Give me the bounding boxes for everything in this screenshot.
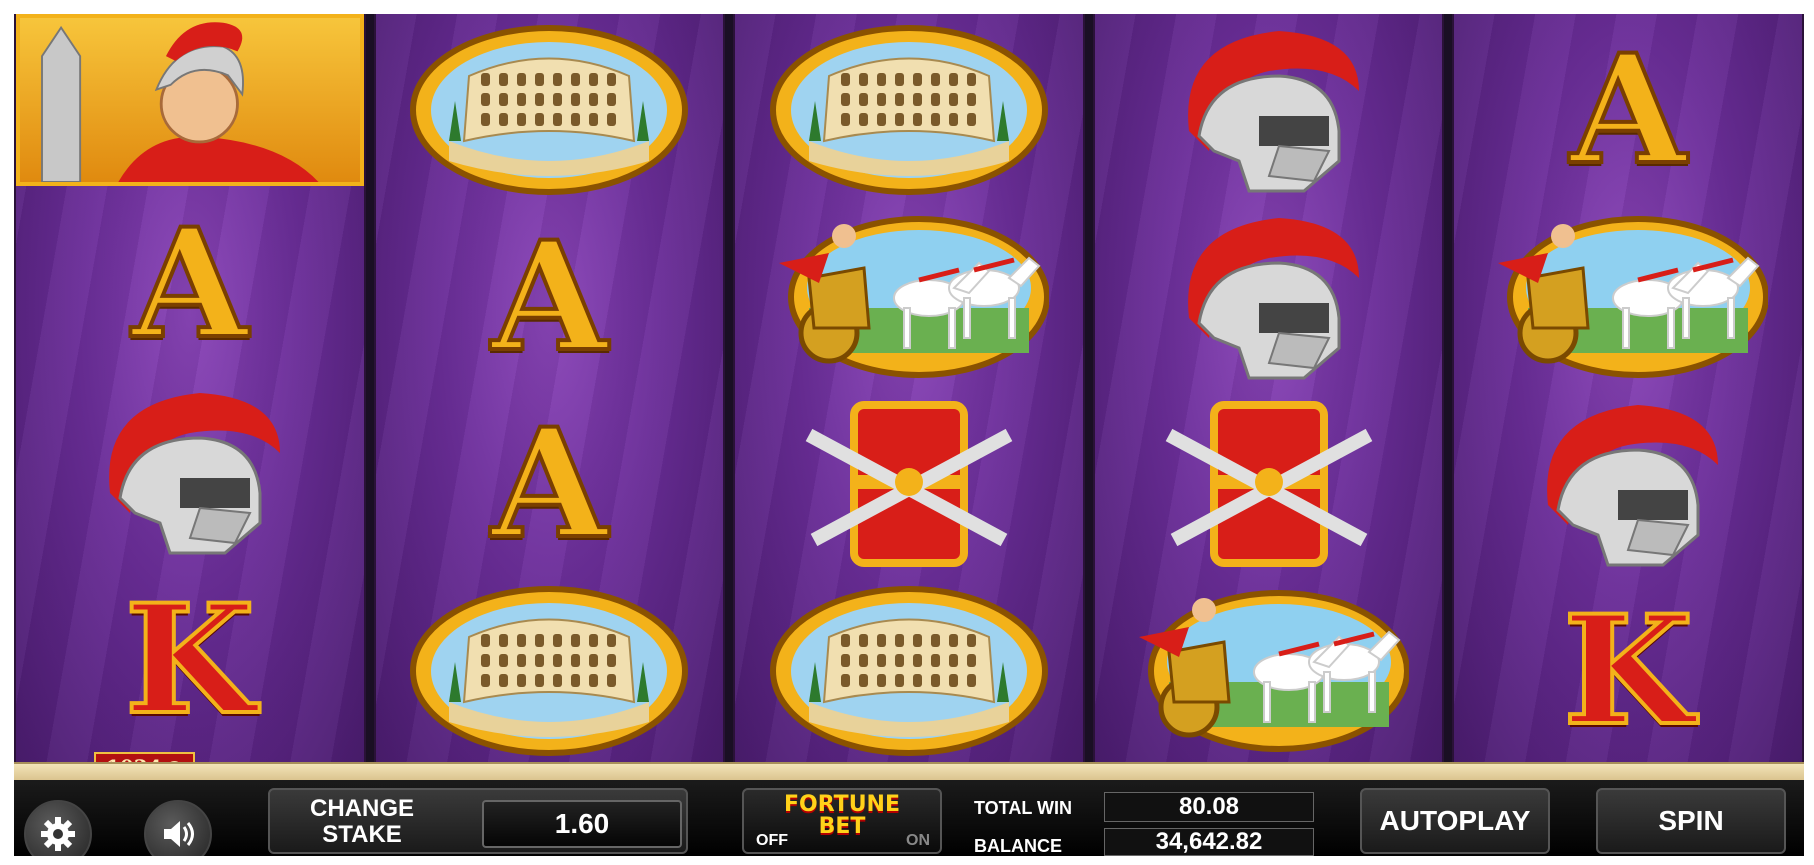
shield-symbol — [735, 390, 1083, 577]
spin-button[interactable]: SPIN — [1596, 788, 1786, 854]
colosseum-symbol — [376, 577, 724, 762]
helmet-icon — [1187, 217, 1359, 379]
king-letter: K — [1561, 582, 1695, 759]
change-stake-line2: STAKE — [322, 821, 402, 848]
reels-area: A K AA A K — [14, 14, 1804, 762]
warrior-wild-icon — [41, 22, 319, 183]
chariot-icon — [778, 215, 1049, 378]
ace-letter: A — [130, 195, 250, 372]
fortune-on-label: ON — [906, 832, 930, 849]
colosseum-symbol — [735, 577, 1083, 762]
king-symbol: K — [16, 566, 364, 753]
ace-symbol: A — [376, 203, 724, 390]
reel-3 — [733, 14, 1085, 762]
colosseum-icon — [410, 24, 689, 195]
colosseum-icon — [769, 585, 1048, 756]
ground-strip — [14, 762, 1804, 782]
helmet-symbol — [16, 378, 364, 565]
reel-1: A K — [14, 14, 366, 762]
shield-symbol — [1095, 390, 1443, 577]
total-win-value: 80.08 — [1104, 792, 1314, 822]
balance-value: 34,642.82 — [1104, 828, 1314, 856]
chariot-symbol — [1454, 203, 1802, 390]
gear-icon — [41, 817, 75, 851]
chariot-symbol — [1095, 577, 1443, 762]
king-symbol: K — [1454, 577, 1802, 762]
autoplay-button[interactable]: AUTOPLAY — [1360, 788, 1550, 854]
colosseum-symbol — [376, 16, 724, 203]
helmet-icon — [1187, 30, 1359, 192]
balance-label: BALANCE — [974, 836, 1062, 856]
change-stake-line1: CHANGE — [309, 795, 414, 822]
colosseum-icon — [769, 24, 1048, 195]
fortune-bet-toggle[interactable]: FORTUNE BET OFF ON — [742, 788, 942, 854]
ace-symbol: A — [16, 190, 364, 377]
chariot-symbol — [735, 203, 1083, 390]
colosseum-icon — [410, 585, 689, 756]
fortune-label: FORTUNE — [784, 792, 900, 817]
helmet-icon — [108, 392, 280, 554]
warrior-wild-symbol — [16, 14, 364, 186]
shield-icon — [1165, 400, 1372, 567]
fortune-off-label: OFF — [756, 832, 788, 849]
ace-letter: A — [1568, 21, 1688, 198]
ace-letter: A — [489, 395, 609, 572]
ace-symbol: A — [376, 390, 724, 577]
helmet-symbol — [1095, 203, 1443, 390]
ace-letter: A — [489, 208, 609, 385]
shield-icon — [805, 400, 1013, 567]
slot-game: A K AA A K CHANGE STAKE 1.60 FORTUNE BET… — [14, 14, 1804, 856]
stake-value: 1.60 — [482, 800, 682, 848]
chariot-icon — [1138, 589, 1409, 752]
reel-2: AA — [373, 14, 726, 762]
chariot-icon — [1498, 215, 1769, 378]
reel-4 — [1092, 14, 1445, 762]
ace-symbol: A — [1454, 16, 1802, 203]
helmet-symbol — [1095, 16, 1443, 203]
colosseum-symbol — [735, 16, 1083, 203]
total-win-label: TOTAL WIN — [974, 798, 1072, 818]
helmet-icon — [1547, 404, 1719, 566]
helmet-symbol — [1454, 390, 1802, 577]
reel-5: A K — [1452, 14, 1804, 762]
speaker-icon — [164, 821, 194, 847]
change-stake-button[interactable]: CHANGE STAKE 1.60 — [268, 788, 688, 854]
king-letter: K — [123, 571, 257, 748]
